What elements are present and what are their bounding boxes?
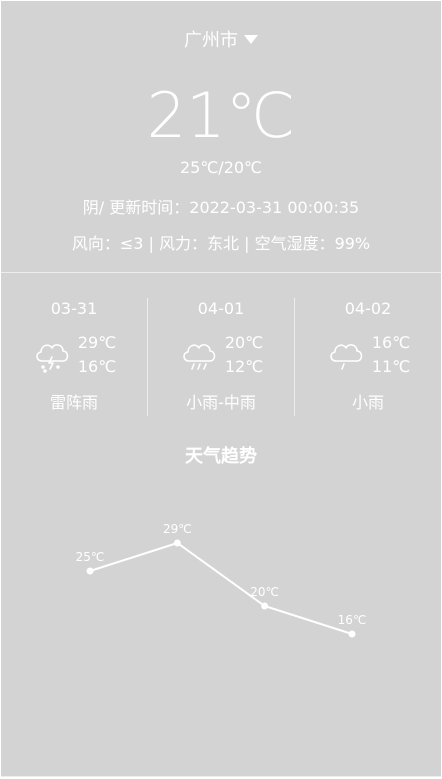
current-temperature: 21℃: [146, 79, 296, 152]
divider: [1, 776, 441, 777]
trend-chart: 25℃ 29℃ 20℃ 16℃: [76, 522, 367, 638]
forecast-date: 04-01: [197, 299, 245, 318]
forecast-high: 20℃: [224, 333, 264, 352]
wind-humidity: 风向：≤3 | 风力：东北 | 空气湿度：99%: [71, 234, 371, 253]
divider: [1, 272, 441, 273]
city-name: 广州市: [184, 30, 238, 51]
weather-app: 广州市 21℃ 25℃/20℃ 阴/ 更新时间：2022-03-31 00:00…: [1, 1, 441, 777]
trend-point-label: 25℃: [76, 550, 105, 564]
light-rain-icon: [330, 344, 363, 370]
trend-point: [261, 602, 269, 610]
forecast-date: 03-31: [50, 299, 98, 318]
thunder-rain-icon: [36, 344, 69, 373]
forecast-day: 03-31 29℃ 16℃ 雷阵雨: [1, 298, 147, 416]
forecast-date: 04-02: [344, 299, 392, 318]
forecast-desc: 小雨: [351, 393, 384, 412]
trend-point: [86, 567, 94, 575]
trend-point-label: 29℃: [163, 522, 192, 536]
forecast-low: 16℃: [77, 357, 117, 376]
trend-point: [348, 630, 356, 638]
trend-point-label: 16℃: [338, 613, 367, 627]
temperature-range: 25℃/20℃: [179, 158, 263, 177]
forecast-list: 03-31 29℃ 16℃ 雷阵雨 04-01 20℃ 12℃ 小雨-中雨 04…: [1, 298, 441, 416]
trend-line: [89, 541, 353, 635]
forecast-day: 04-01 20℃ 12℃ 小雨-中雨: [147, 298, 294, 416]
city-selector[interactable]: 广州市: [1, 26, 441, 52]
forecast-low: 12℃: [224, 357, 264, 376]
forecast-low: 11℃: [371, 357, 411, 376]
trend-point: [173, 539, 181, 547]
update-time: 阴/ 更新时间：2022-03-31 00:00:35: [82, 198, 360, 217]
forecast-day: 04-02 16℃ 11℃ 小雨: [294, 298, 441, 416]
forecast-desc: 雷阵雨: [49, 393, 98, 412]
rain-icon: [183, 344, 216, 370]
forecast-desc: 小雨-中雨: [186, 393, 256, 412]
forecast-high: 29℃: [77, 333, 117, 352]
forecast-high: 16℃: [371, 333, 411, 352]
trend-point-label: 20℃: [250, 585, 279, 599]
trend-title: 天气趋势: [185, 446, 257, 467]
caret-down-icon: [244, 35, 258, 44]
